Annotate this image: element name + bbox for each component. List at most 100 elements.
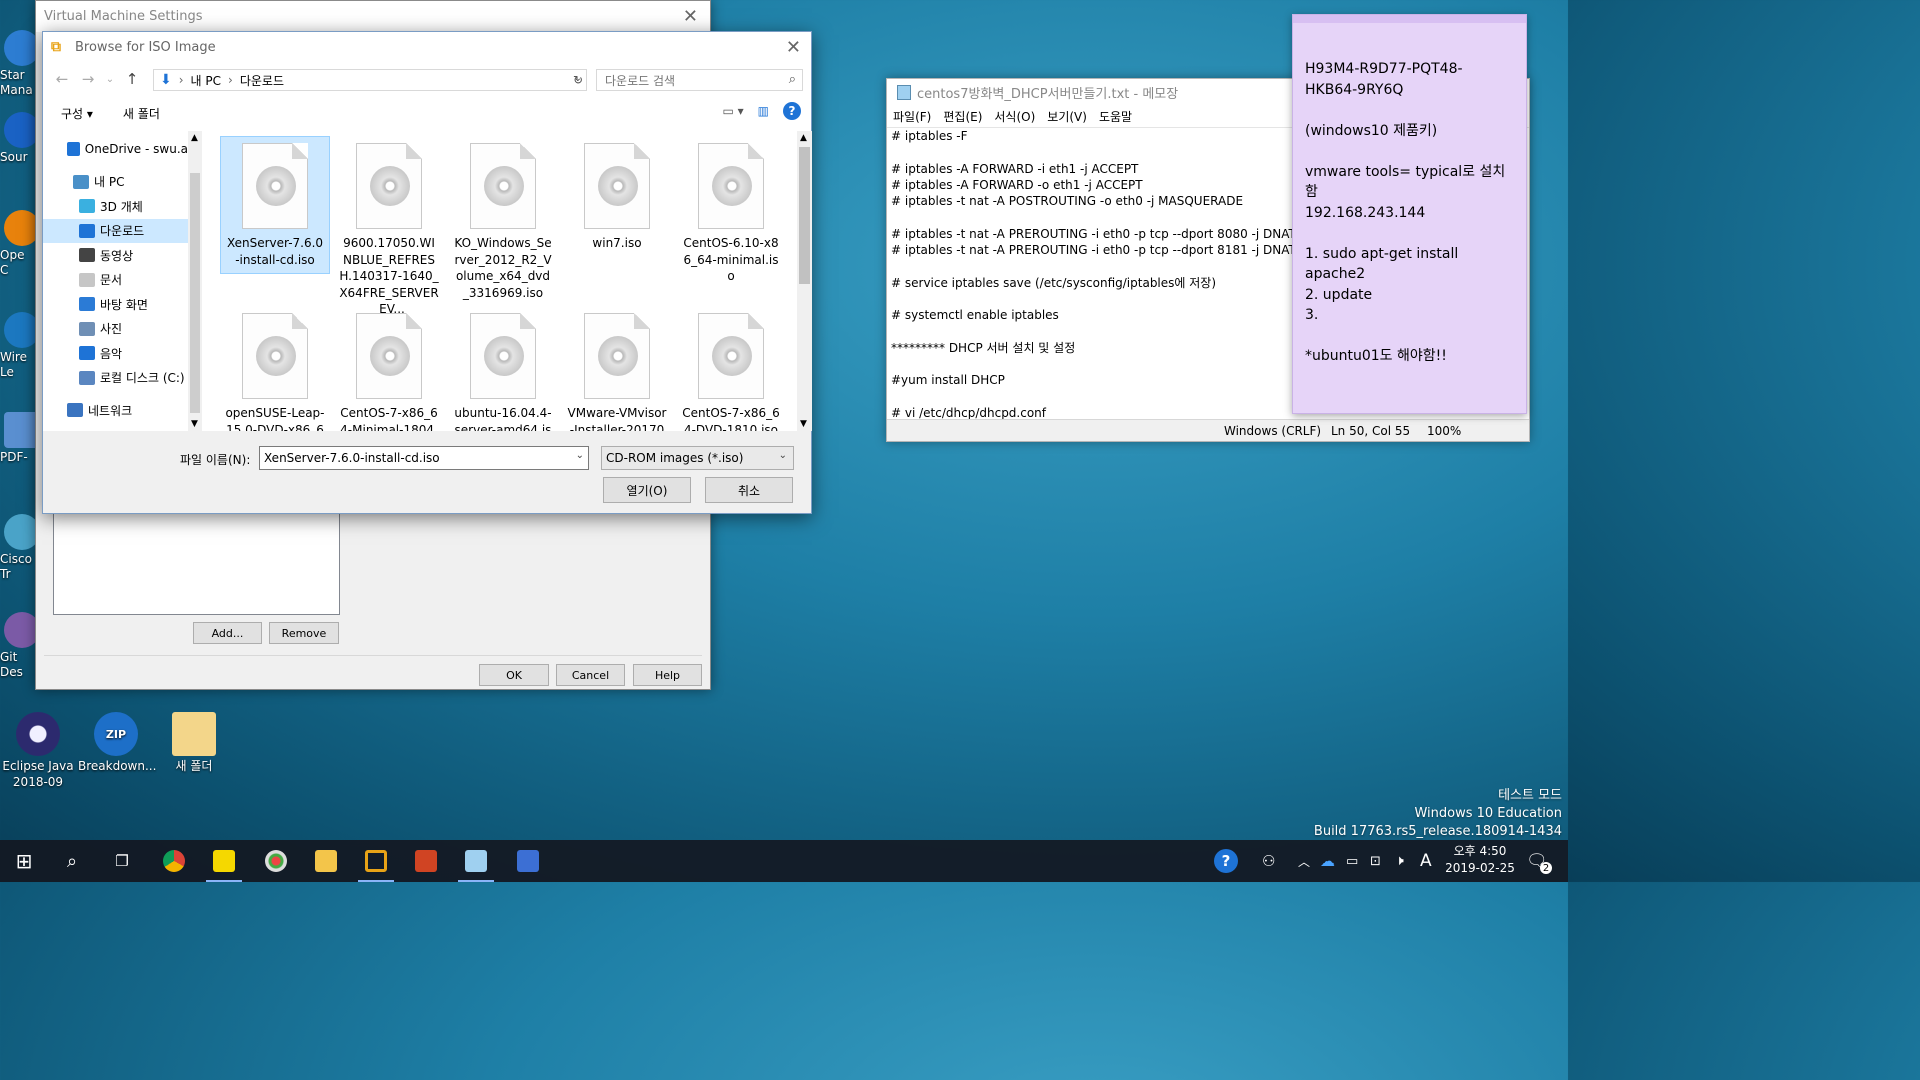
file-list-scrollbar[interactable]: ▲ ▼ bbox=[797, 131, 812, 431]
task-view-button[interactable]: ❐ bbox=[98, 840, 146, 882]
add-button[interactable]: Add... bbox=[193, 622, 262, 644]
browse-iso-dialog[interactable]: ⧉ Browse for ISO Image ✕ ← → ⌄ ↑ ⬇ › 내 P… bbox=[42, 31, 812, 514]
recent-dropdown-icon[interactable]: ⌄ bbox=[101, 74, 119, 85]
new-folder-button[interactable]: 새 폴더 bbox=[123, 105, 160, 122]
taskbar-notepad[interactable] bbox=[452, 840, 500, 882]
scroll-thumb[interactable] bbox=[190, 173, 200, 413]
desktop-icon-star-manager[interactable]: Star Mana bbox=[0, 30, 40, 98]
nav-item[interactable]: 네트워크 bbox=[43, 398, 188, 423]
desktop-icon-eclipse[interactable]: Eclipse Java 2018-09 bbox=[0, 712, 76, 790]
vm-settings-titlebar[interactable]: Virtual Machine Settings bbox=[36, 1, 710, 32]
remove-button[interactable]: Remove bbox=[269, 622, 339, 644]
volume-muted-icon[interactable]: 🕨 bbox=[1395, 840, 1404, 882]
file-item[interactable]: CentOS-7-x86_64-Minimal-1804.i bbox=[335, 307, 443, 431]
desktop-icon-github[interactable]: Git Des bbox=[0, 612, 40, 680]
file-item[interactable]: CentOS-6.10-x86_64-minimal.iso bbox=[677, 137, 785, 307]
file-item[interactable]: ubuntu-16.04.4-server-amd64.iso bbox=[449, 307, 557, 431]
up-arrow-icon[interactable]: ↑ bbox=[119, 70, 145, 88]
action-center-button[interactable]: 🗨 2 bbox=[1526, 840, 1552, 882]
tray-help-icon[interactable]: ? bbox=[1214, 840, 1238, 882]
ok-button[interactable]: OK bbox=[479, 664, 549, 686]
clock[interactable]: 오후 4:50 2019-02-25 bbox=[1440, 843, 1520, 877]
search-button[interactable]: ⌕ bbox=[48, 840, 96, 882]
file-item[interactable]: VMware-VMvisor-Installer-20170 bbox=[563, 307, 671, 431]
close-icon[interactable]: ✕ bbox=[786, 37, 801, 58]
scroll-up-icon[interactable]: ▲ bbox=[800, 133, 807, 143]
refresh-icon[interactable]: ↻ bbox=[567, 69, 589, 91]
nav-item[interactable]: OneDrive - swu.a bbox=[43, 137, 188, 162]
menu-help[interactable]: 도움말 bbox=[1099, 108, 1132, 125]
desktop-icon-new-folder[interactable]: 새 폴더 bbox=[156, 712, 232, 774]
search-input[interactable]: 다운로드 검색 ⌕ bbox=[596, 69, 803, 91]
start-button[interactable]: ⊞ bbox=[0, 840, 48, 882]
sticky-note-header[interactable] bbox=[1293, 15, 1526, 23]
back-arrow-icon[interactable]: ← bbox=[49, 70, 75, 88]
input-method-indicator[interactable]: A bbox=[1420, 840, 1432, 882]
help-icon[interactable]: ? bbox=[783, 102, 801, 120]
view-options-icon[interactable]: ▭ ▾ bbox=[722, 104, 743, 118]
sticky-note-text[interactable]: H93M4-R9D77-PQT48- HKB64-9RY6Q (windows1… bbox=[1293, 23, 1526, 367]
desktop-icon-open[interactable]: Ope C bbox=[0, 210, 40, 278]
preview-pane-icon[interactable]: ▥ bbox=[758, 104, 769, 118]
file-item[interactable]: 9600.17050.WINBLUE_REFRESH.140317-1640_X… bbox=[335, 137, 443, 316]
nav-item[interactable]: 동영상 bbox=[43, 243, 188, 268]
file-item[interactable]: CentOS-7-x86_64-DVD-1810.iso bbox=[677, 307, 785, 431]
file-item[interactable]: KO_Windows_Server_2012_R2_Volume_x64_dvd… bbox=[449, 137, 557, 307]
open-button[interactable]: 열기(O) bbox=[603, 477, 691, 503]
desktop-icon-source[interactable]: Sour bbox=[0, 112, 40, 164]
nav-item[interactable]: 내 PC bbox=[43, 170, 188, 195]
organize-menu[interactable]: 구성 ▾ bbox=[61, 105, 93, 122]
menu-edit[interactable]: 편집(E) bbox=[943, 108, 982, 125]
taskbar-file-explorer[interactable] bbox=[302, 840, 350, 882]
breadcrumb-downloads[interactable]: 다운로드 bbox=[240, 72, 284, 89]
nav-item[interactable]: 음악 bbox=[43, 341, 188, 366]
nav-item[interactable]: 로컬 디스크 (C:) bbox=[43, 366, 188, 391]
browse-titlebar[interactable]: ⧉ Browse for ISO Image bbox=[43, 32, 811, 63]
desktop-icon-breakdown[interactable]: ZIP Breakdown... bbox=[78, 712, 157, 774]
forward-arrow-icon[interactable]: → bbox=[75, 70, 101, 88]
file-item[interactable]: win7.iso bbox=[563, 137, 671, 307]
menu-view[interactable]: 보기(V) bbox=[1047, 108, 1087, 125]
taskbar-vmware[interactable] bbox=[352, 840, 400, 882]
menu-format[interactable]: 서식(O) bbox=[994, 108, 1035, 125]
close-icon[interactable]: ✕ bbox=[683, 6, 698, 27]
scroll-up-icon[interactable]: ▲ bbox=[191, 133, 198, 143]
scroll-thumb[interactable] bbox=[799, 147, 810, 284]
nav-item[interactable]: 바탕 화면 bbox=[43, 292, 188, 317]
filename-input[interactable]: XenServer-7.6.0-install-cd.iso ⌄ bbox=[259, 446, 589, 470]
breadcrumb-this-pc[interactable]: 내 PC bbox=[191, 72, 221, 89]
desktop-icon-label: Breakdown... bbox=[78, 759, 157, 773]
nav-item[interactable]: 문서 bbox=[43, 268, 188, 293]
taskbar-network-tool[interactable] bbox=[504, 840, 552, 882]
desktop-icon-cisco[interactable]: Cisco Tr bbox=[0, 514, 40, 582]
scroll-down-icon[interactable]: ▼ bbox=[191, 419, 198, 429]
file-type-select[interactable]: CD-ROM images (*.iso) ⌄ bbox=[601, 446, 794, 470]
network-status-icon[interactable]: ⊡ bbox=[1370, 840, 1381, 882]
navigation-scrollbar[interactable]: ▲ ▼ bbox=[188, 131, 202, 431]
address-bar[interactable]: ⬇ › 내 PC › 다운로드 ⌄ bbox=[153, 69, 587, 91]
chevron-up-icon[interactable]: ︿ bbox=[1298, 840, 1310, 882]
chevron-down-icon[interactable]: ⌄ bbox=[779, 450, 787, 461]
chevron-down-icon[interactable]: ⌄ bbox=[576, 450, 584, 461]
menu-file[interactable]: 파일(F) bbox=[893, 108, 931, 125]
desktop-icon-pdf[interactable]: PDF- bbox=[0, 412, 40, 464]
taskbar-paint[interactable] bbox=[252, 840, 300, 882]
cancel-button[interactable]: Cancel bbox=[556, 664, 625, 686]
file-item[interactable]: openSUSE-Leap-15.0-DVD-x86_64 bbox=[221, 307, 329, 431]
onedrive-icon[interactable]: ☁ bbox=[1320, 840, 1335, 882]
cancel-button[interactable]: 취소 bbox=[705, 477, 793, 503]
taskbar-sticky-notes[interactable] bbox=[200, 840, 248, 882]
taskbar-powerpoint[interactable] bbox=[402, 840, 450, 882]
file-item[interactable]: XenServer-7.6.0-install-cd.iso bbox=[220, 136, 330, 274]
help-button[interactable]: Help bbox=[633, 664, 702, 686]
taskbar-chrome[interactable] bbox=[150, 840, 198, 882]
scroll-down-icon[interactable]: ▼ bbox=[800, 419, 807, 429]
vm-device-list[interactable] bbox=[53, 511, 340, 615]
nav-item[interactable]: 다운로드 bbox=[43, 218, 188, 243]
battery-icon[interactable]: ▭ bbox=[1346, 840, 1358, 882]
nav-item[interactable]: 3D 개체 bbox=[43, 194, 188, 219]
people-icon[interactable]: ⚇ bbox=[1262, 840, 1275, 882]
nav-item[interactable]: 사진 bbox=[43, 317, 188, 342]
desktop-icon-wireshark[interactable]: Wire Le bbox=[0, 312, 40, 380]
sticky-note[interactable]: H93M4-R9D77-PQT48- HKB64-9RY6Q (windows1… bbox=[1292, 14, 1527, 414]
